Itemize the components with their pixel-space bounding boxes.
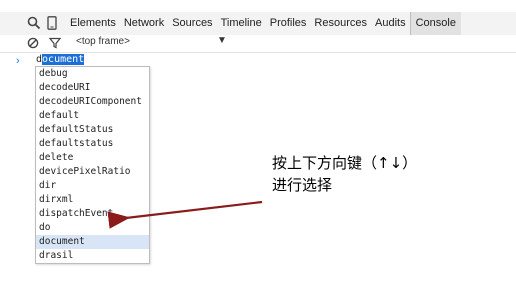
- annotation-line-1: 按上下方向键（↑↓）: [272, 154, 418, 172]
- annotation-arrow: [107, 200, 263, 229]
- annotation-text: 按上下方向键（↑↓） 进行选择: [272, 152, 417, 196]
- devtools-screenshot: Elements Network Sources Timeline Profil…: [0, 0, 516, 293]
- annotation-line-2: 进行选择: [272, 176, 333, 194]
